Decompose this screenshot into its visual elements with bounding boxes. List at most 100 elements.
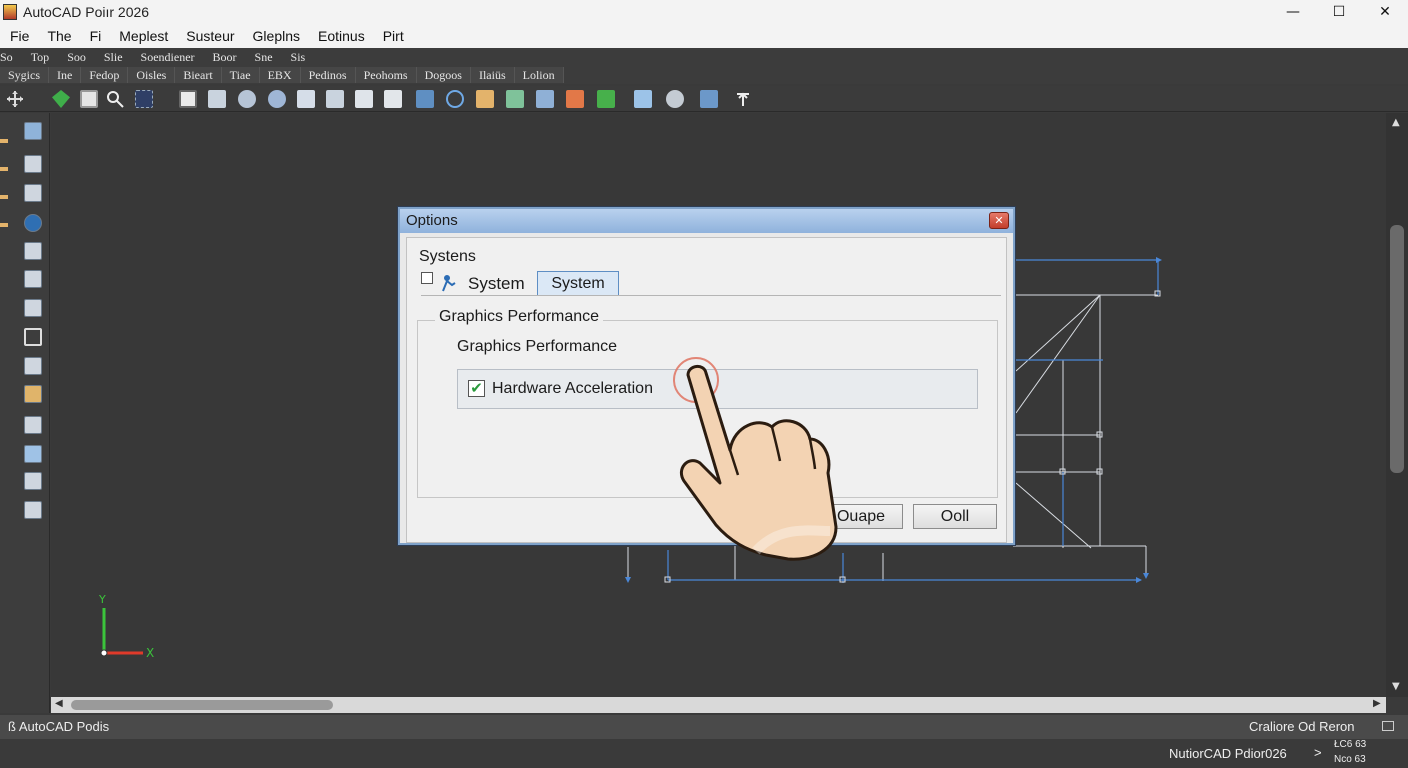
horizontal-scroll-thumb[interactable] xyxy=(71,700,333,710)
palette-tool-icon[interactable] xyxy=(24,501,42,519)
menu-item-eotinus[interactable]: Eotinus xyxy=(318,28,365,44)
palette-tool-icon[interactable] xyxy=(24,416,42,434)
tool-icon[interactable] xyxy=(566,90,584,108)
tool-icon[interactable] xyxy=(297,90,315,108)
tool-icon[interactable] xyxy=(268,90,286,108)
tool-icon[interactable] xyxy=(634,90,652,108)
close-button[interactable]: ✕ xyxy=(1362,0,1408,24)
menu-item-fi[interactable]: Fi xyxy=(90,28,102,44)
tool-icon[interactable] xyxy=(536,90,554,108)
save-icon[interactable] xyxy=(80,90,98,108)
status-toggle-icon[interactable] xyxy=(1382,721,1394,731)
layer-icon[interactable] xyxy=(52,90,70,108)
palette-tool-icon[interactable] xyxy=(24,122,42,140)
status-coord-bottom: Nco 63 xyxy=(1334,754,1366,765)
system-tab-button[interactable]: System xyxy=(537,271,619,296)
palette-tool-icon[interactable] xyxy=(24,299,42,317)
ribbon-tab[interactable]: Sis xyxy=(291,50,306,65)
tool-icon[interactable] xyxy=(476,90,494,108)
ribbon-panel-tab[interactable]: Fedop xyxy=(81,67,129,83)
system-tab-label[interactable]: System xyxy=(468,274,525,294)
ribbon-panel-tab[interactable]: Tiae xyxy=(221,67,260,83)
dialog-title-bar[interactable]: Options xyxy=(400,209,1013,233)
title-bar: AutoCAD Poiır 2026 — ☐ ✕ xyxy=(0,0,1408,24)
tool-icon[interactable] xyxy=(700,90,718,108)
menu-item-fie[interactable]: Fie xyxy=(10,28,29,44)
status-left-text: ß AutoCAD Podis xyxy=(8,719,110,734)
palette-tool-icon[interactable] xyxy=(24,445,42,463)
ribbon-panel-tab[interactable]: Peohoms xyxy=(355,67,417,83)
palette-tool-icon[interactable] xyxy=(24,184,42,202)
vertical-scroll-thumb[interactable] xyxy=(1390,225,1404,473)
scroll-up-icon[interactable]: ▲ xyxy=(1392,117,1400,128)
menu-bar: Fie The Fi Meplest Susteur Gleplns Eotin… xyxy=(0,24,1408,48)
ribbon-panel-tab[interactable]: Dogoos xyxy=(416,67,471,83)
minimize-button[interactable]: — xyxy=(1270,0,1316,24)
ribbon-tab[interactable]: Soo xyxy=(67,50,86,65)
palette-tool-icon[interactable] xyxy=(24,214,42,232)
menu-item-the[interactable]: The xyxy=(47,28,71,44)
ribbon-tab[interactable]: Soendiener xyxy=(141,50,195,65)
menu-item-meplest[interactable]: Meplest xyxy=(119,28,168,44)
subgroup-title: Graphics Performance xyxy=(457,338,618,355)
palette-tool-icon[interactable] xyxy=(24,472,42,490)
scroll-right-icon[interactable]: ▶ xyxy=(1373,698,1381,709)
palette-tool-icon[interactable] xyxy=(24,357,42,375)
ribbon-tab[interactable]: Boor xyxy=(213,50,237,65)
status-arrow-icon[interactable]: > xyxy=(1314,745,1322,760)
ribbon-panel-tab[interactable]: Oisles xyxy=(128,67,176,83)
zoom-icon[interactable] xyxy=(106,90,124,108)
status-bar-bottom: NutiorCAD Pdior026 > ŁC6 63 Nco 63 xyxy=(0,739,1408,768)
maximize-button[interactable]: ☐ xyxy=(1316,0,1362,24)
ucs-icon xyxy=(100,608,143,657)
scroll-down-icon[interactable]: ▼ xyxy=(1392,681,1400,692)
palette-tool-icon[interactable] xyxy=(24,242,42,260)
dialog-title: Options xyxy=(406,212,458,229)
ribbon-tab[interactable]: Sne xyxy=(255,50,273,65)
ribbon-panel-tab[interactable]: EBX xyxy=(259,67,301,83)
ribbon-panel-tab[interactable]: Ine xyxy=(49,67,82,83)
tool-icon[interactable] xyxy=(506,90,524,108)
tool-icon[interactable] xyxy=(597,90,615,108)
tool-icon[interactable] xyxy=(208,90,226,108)
section-heading: Systens xyxy=(419,248,476,265)
tab-divider xyxy=(421,295,1001,296)
ribbon-tab[interactable]: Top xyxy=(31,50,50,65)
ribbon-panel-tab[interactable]: Lolion xyxy=(514,67,564,83)
ribbon-panel-tab[interactable]: Bieart xyxy=(175,67,222,83)
ok-button[interactable]: Ooll xyxy=(913,504,997,529)
vertical-scrollbar[interactable]: ▲ ▼ xyxy=(1386,113,1408,697)
tool-icon[interactable] xyxy=(326,90,344,108)
system-tab-checkbox[interactable] xyxy=(421,272,433,284)
tool-icon[interactable] xyxy=(734,90,752,108)
pan-icon[interactable] xyxy=(6,90,24,108)
tool-icon[interactable] xyxy=(355,90,373,108)
tool-icon[interactable] xyxy=(238,90,256,108)
horizontal-scrollbar[interactable]: ◀ ▶ xyxy=(51,697,1386,713)
tool-icon[interactable] xyxy=(384,90,402,108)
dialog-close-button[interactable]: ✕ xyxy=(989,212,1009,229)
scroll-left-icon[interactable]: ◀ xyxy=(55,698,63,709)
tool-icon[interactable] xyxy=(416,90,434,108)
ribbon-tab[interactable]: So xyxy=(0,50,13,65)
ribbon-panel-tab[interactable]: Sygics xyxy=(0,67,50,83)
ribbon-tab[interactable]: Slie xyxy=(104,50,123,65)
view-icon[interactable] xyxy=(179,90,197,108)
tool-icon[interactable] xyxy=(666,90,684,108)
palette-tool-icon[interactable] xyxy=(24,155,42,173)
palette-tool-icon[interactable] xyxy=(24,385,42,403)
circle-icon[interactable] xyxy=(446,90,464,108)
ribbon-panel-tab[interactable]: Ilaiüs xyxy=(470,67,515,83)
menu-item-pirt[interactable]: Pirt xyxy=(383,28,404,44)
window-title: AutoCAD Poiır 2026 xyxy=(23,4,150,20)
palette-tool-icon[interactable] xyxy=(24,270,42,288)
status-right-text[interactable]: Craliore Od Reron xyxy=(1249,719,1355,734)
autocad-window: AutoCAD Poiır 2026 — ☐ ✕ Fie The Fi Mepl… xyxy=(0,0,1408,768)
menu-item-gleplns[interactable]: Gleplns xyxy=(253,28,300,44)
palette-tool-icon[interactable] xyxy=(24,328,42,346)
menu-item-susteur[interactable]: Susteur xyxy=(186,28,234,44)
ribbon-tabs-primary: So Top Soo Slie Soendiener Boor Sne Sis xyxy=(0,48,1408,66)
select-icon[interactable] xyxy=(135,90,153,108)
hardware-acceleration-checkbox[interactable]: ✔ xyxy=(468,380,485,397)
ribbon-panel-tab[interactable]: Pedinos xyxy=(300,67,356,83)
